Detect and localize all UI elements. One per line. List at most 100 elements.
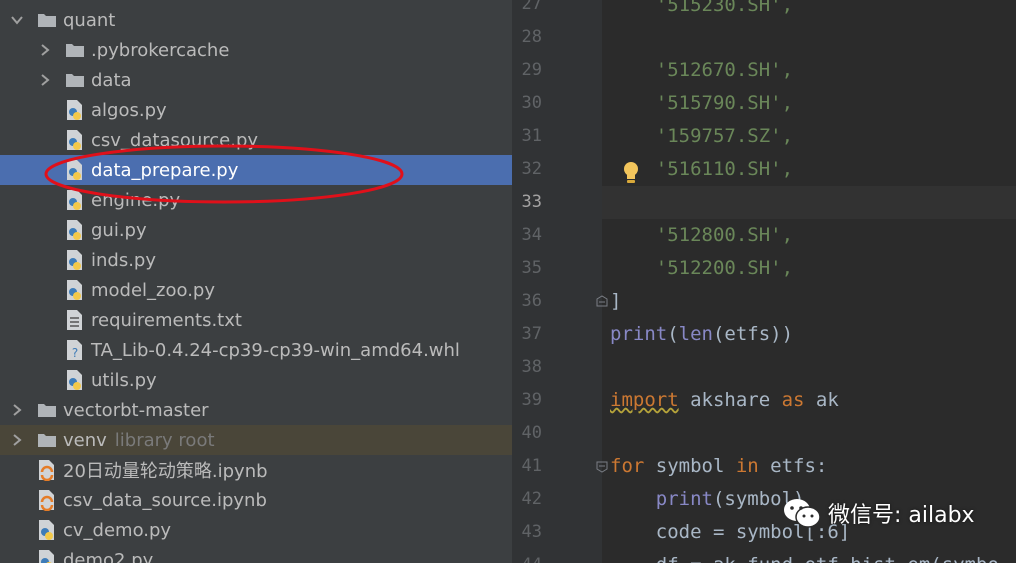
line-number: 29	[521, 60, 542, 80]
code-line-35[interactable]: '512200.SH',	[610, 257, 793, 279]
tree-item-label: .pybrokercache	[91, 39, 230, 61]
python-file-icon	[64, 189, 86, 211]
tree-item-venv[interactable]: venv library root	[0, 425, 512, 455]
code-line-34[interactable]: '512800.SH',	[610, 224, 793, 246]
tree-item-cv-demo-py[interactable]: cv_demo.py	[0, 515, 512, 545]
library-root-label: library root	[114, 429, 215, 451]
line-number: 39	[521, 390, 542, 410]
tree-item-quant[interactable]: quant	[0, 5, 512, 35]
code-line-29[interactable]: '512670.SH',	[610, 59, 793, 81]
line-number: 33	[521, 192, 542, 212]
watermark-text: 微信号: ailabx	[828, 503, 975, 528]
line-number: 44	[512, 555, 542, 563]
line-number: 31	[521, 126, 542, 146]
chevron-right-icon[interactable]	[10, 433, 24, 447]
tree-item-label: cv_demo.py	[63, 519, 172, 541]
tree-item-algos-py[interactable]: algos.py	[0, 95, 512, 125]
line-number: 41	[521, 456, 542, 476]
fold-end-icon[interactable]	[596, 295, 608, 307]
chevron-right-icon[interactable]	[10, 403, 24, 417]
tree-item-20-ipynb[interactable]: 20日动量轮动策略.ipynb	[0, 455, 512, 485]
line-number: 27	[521, 0, 542, 14]
tree-item-label: inds.py	[91, 249, 157, 271]
code-line-39[interactable]: import akshare as ak	[610, 389, 839, 411]
code-line-36[interactable]: ]	[610, 290, 621, 312]
tree-item-ta-lib-0-4-24-cp39-cp39-win-amd64-whl[interactable]: ? TA_Lib-0.4.24-cp39-cp39-win_amd64.whl	[0, 335, 512, 365]
code-line-41[interactable]: for symbol in etfs:	[610, 455, 827, 477]
tree-item-label: gui.py	[91, 219, 147, 241]
python-file-icon	[64, 219, 86, 241]
code-line-42[interactable]: print(symbol)	[610, 488, 805, 510]
project-tree: quant .pybrokercache data algos.py csv_datas…	[0, 0, 512, 563]
text-file-icon	[64, 309, 86, 331]
tree-item-data[interactable]: data	[0, 65, 512, 95]
tree-item-label: engine.py	[91, 189, 181, 211]
tree-item-label: csv_datasource.py	[91, 129, 259, 151]
code-line-27[interactable]: '515230.SH',	[610, 0, 793, 16]
tree-item-requirements-txt[interactable]: requirements.txt	[0, 305, 512, 335]
line-number: 40	[521, 423, 542, 443]
tree-item-demo2-py[interactable]: demo2.py	[0, 545, 512, 563]
code-line-30[interactable]: '515790.SH',	[610, 92, 793, 114]
python-file-icon	[64, 369, 86, 391]
folder-icon	[36, 429, 58, 451]
jupyter-notebook-icon	[36, 459, 58, 481]
code-line-31[interactable]: '159757.SZ',	[610, 125, 793, 147]
code-editor[interactable]: 27 28 29 30 31 32 33 34 35 36 37 38 39 40 41 42 43 44 '51…	[512, 0, 1016, 563]
jupyter-notebook-icon	[36, 489, 58, 511]
tree-item-label: model_zoo.py	[91, 279, 216, 301]
tree-item-label: data_prepare.py	[91, 159, 239, 181]
tree-item-model-zoo-py[interactable]: model_zoo.py	[0, 275, 512, 305]
python-file-icon	[64, 279, 86, 301]
python-file-icon	[36, 519, 58, 541]
lightbulb-icon[interactable]	[622, 161, 640, 185]
tree-item-vectorbt-master[interactable]: vectorbt-master	[0, 395, 512, 425]
tree-item-inds-py[interactable]: inds.py	[0, 245, 512, 275]
chevron-right-icon[interactable]	[38, 43, 52, 57]
line-number: 38	[521, 357, 542, 377]
tree-item-gui-py[interactable]: gui.py	[0, 215, 512, 245]
line-number: 36	[521, 291, 542, 311]
tree-item-utils-py[interactable]: utils.py	[0, 365, 512, 395]
folder-icon	[36, 9, 58, 31]
tree-item-label: venv	[63, 429, 107, 451]
svg-text:?: ?	[72, 346, 78, 360]
line-number: 28	[521, 27, 542, 47]
tree-item-csv-data-source-ipynb[interactable]: csv_data_source.ipynb	[0, 485, 512, 515]
tree-item-data-prepare-py[interactable]: data_prepare.py	[0, 155, 512, 185]
line-number: 42	[521, 489, 542, 509]
fold-start-icon[interactable]	[596, 461, 608, 473]
tree-item-label: 20日动量轮动策略.ipynb	[63, 461, 268, 482]
python-file-icon	[64, 129, 86, 151]
tree-item-label: vectorbt-master	[63, 399, 209, 421]
tree-item-label: demo2.py	[63, 549, 154, 563]
folder-icon	[64, 69, 86, 91]
tree-item-engine-py[interactable]: engine.py	[0, 185, 512, 215]
line-number: 43	[521, 522, 542, 542]
unknown-file-icon: ?	[64, 339, 86, 361]
python-file-icon	[64, 99, 86, 121]
tree-item-label: requirements.txt	[91, 309, 242, 331]
tree-item-label: utils.py	[91, 369, 157, 391]
tree-item-pybrokercache[interactable]: .pybrokercache	[0, 35, 512, 65]
python-file-icon	[36, 549, 58, 563]
line-number: 37	[521, 324, 542, 344]
chevron-down-icon[interactable]	[10, 13, 24, 27]
wechat-watermark: 微信号: ailabx	[782, 496, 975, 530]
tree-item-csv-datasource-py[interactable]: csv_datasource.py	[0, 125, 512, 155]
code-line-44[interactable]: df = ak.fund_etf_hist_em(symbo	[610, 554, 999, 563]
line-number-gutter	[512, 0, 602, 563]
code-line-37[interactable]: print(len(etfs))	[610, 323, 793, 345]
chevron-right-icon[interactable]	[38, 73, 52, 87]
python-file-icon	[64, 249, 86, 271]
